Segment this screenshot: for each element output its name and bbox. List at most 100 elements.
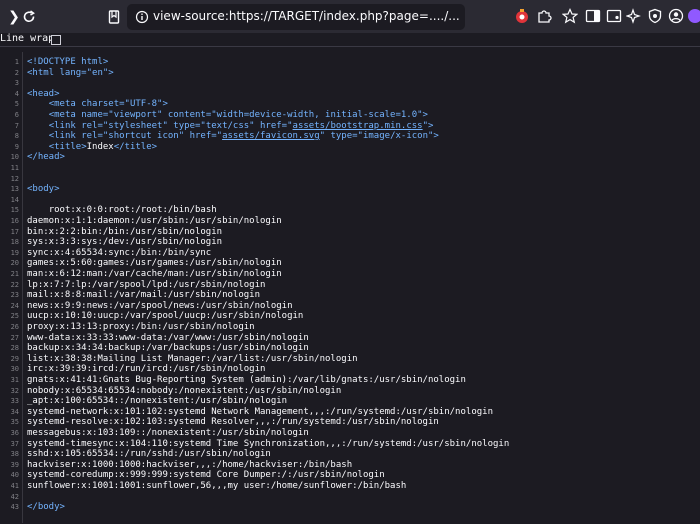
line-number: 13 [10,185,19,194]
screenshot-icon[interactable] [606,8,622,24]
markup-token: " type="image/x-icon"> [319,131,439,142]
line-code: sunflower:x:1001:1001:sunflower,56,,,my … [27,481,406,492]
markup-token: <link rel="shortcut icon" href=" [48,131,223,142]
line-number: 21 [10,270,19,278]
passwd-entry: bin:x:2:2:bin:/bin:/usr/sbin/nologin [27,226,223,237]
source-line: 33 _apt:x:100:65534::/nonexistent:/usr/sb… [0,396,700,407]
line-number: 32 [10,386,19,395]
passwd-entry: backup:x:34:34:backup:/var/backups:/usr/… [27,343,309,354]
line-code: hackviser:x:1000:1000:hackviser,,,:/home… [27,460,352,471]
markup-token: <!DOCTYPE html> [27,57,109,67]
line-code: messagebus:x:103:109::/nonexistent:/usr/… [27,428,309,439]
line-code: gnats:x:41:41:Gnats Bug-Reporting System… [27,375,466,386]
sidebar-icon[interactable] [585,8,601,24]
source-line: 19 sync:x:4:65534:sync:/bin:/bin/sync [0,248,700,259]
source-line: 43 </body> [0,502,700,513]
line-number: 36 [10,429,19,437]
line-code: games:x:5:60:games:/usr/games:/usr/sbin/… [27,258,282,269]
line-number: 10 [10,153,19,162]
source-link[interactable]: assets/bootstrap.min.css [293,121,423,131]
line-number: 41 [10,482,19,490]
source-line: 9 <title>Index</title> [0,142,700,153]
markup-token: </body> [27,502,65,513]
source-line: 26 proxy:x:13:13:proxy:/bin:/usr/sbin/nol… [0,322,700,333]
passwd-entry: _apt:x:100:65534::/nonexistent:/usr/sbin… [27,396,288,407]
line-code: <!DOCTYPE html> [27,57,108,68]
line-number: 8 [14,132,19,141]
source-link[interactable]: assets/favicon.svg [222,131,320,141]
ai-sparkle-icon[interactable] [625,8,642,24]
shield-icon[interactable] [647,8,663,24]
page-info-icon[interactable] [135,9,149,24]
line-code: systemd-resolve:x:102:103:systemd Resolv… [27,417,439,428]
line-number: 24 [10,301,19,310]
source-line: 35 systemd-resolve:x:102:103:systemd Reso… [0,417,700,428]
reload-icon[interactable] [19,7,39,27]
line-code: <link rel="shortcut icon" href="assets/f… [27,131,439,142]
line-number: 15 [10,206,19,215]
line-code: sshd:x:105:65534::/run/sshd:/usr/sbin/no… [27,449,271,460]
source-line: 15 root:x:0:0:root:/root:/bin/bash [0,205,700,216]
line-number: 6 [14,111,19,119]
passwd-entry: messagebus:x:103:109::/nonexistent:/usr/… [27,428,309,438]
source-line: 5 <meta charset="UTF-8"> [0,99,700,110]
passwd-entry: lp:x:7:7:lp:/var/spool/lpd:/usr/sbin/nol… [27,279,266,290]
line-number: 39 [10,460,19,469]
line-number: 23 [10,291,19,300]
line-code: systemd-network:x:101:102:systemd Networ… [27,407,493,418]
line-number: 33 [10,397,19,406]
source-line: 38 sshd:x:105:65534::/run/sshd:/usr/sbin/… [0,449,700,460]
line-number: 7 [14,121,19,130]
passwd-entry: irc:x:39:39:ircd:/run/ircd:/usr/sbin/nol… [27,364,266,375]
line-wrap-label: Line wrap [0,33,55,44]
extension-red-icon[interactable] [514,8,530,24]
source-line: 2 <html lang="en"> [0,68,700,79]
address-bar[interactable]: view-source:https://TARGET/index.php?pag… [127,4,465,30]
markup-token: <meta name="viewport" content="width=dev… [48,110,428,120]
line-number: 34 [10,407,19,416]
source-line: 28 backup:x:34:34:backup:/var/backups:/us… [0,343,700,354]
markup-token: <meta charset="UTF-8"> [48,99,168,110]
source-line: 10 </head> [0,152,700,163]
source-line: 29 list:x:38:38:Mailing List Manager:/var… [0,354,700,365]
line-code: </head> [27,152,65,163]
bookmark-star-icon[interactable] [561,8,579,24]
source-line: 7 <link rel="stylesheet" type="text/css"… [0,121,700,132]
line-number: 4 [14,89,19,98]
line-code: systemd-coredump:x:999:999:systemd Core … [27,470,385,481]
line-wrap-checkbox[interactable] [51,35,61,45]
puzzle-icon[interactable] [536,8,552,24]
source-line: 20 games:x:5:60:games:/usr/games:/usr/sbi… [0,258,700,269]
source-line: 6 <meta name="viewport" content="width=d… [0,110,700,121]
bookmark-page-icon[interactable] [104,7,124,27]
account-icon[interactable] [668,8,684,24]
markup-token: <html lang="en"> [27,67,114,78]
line-number: 38 [10,450,19,459]
url-text[interactable]: view-source:https://TARGET/index.php?pag… [153,9,459,24]
markup-token: <title> [48,141,87,152]
passwd-entry: systemd-coredump:x:999:999:systemd Core … [27,470,385,481]
passwd-entry: sys:x:3:3:sys:/dev:/usr/sbin/nologin [27,237,223,248]
source-line: 21 man:x:6:12:man:/var/cache/man:/usr/sbi… [0,269,700,280]
line-code: <title>Index</title> [27,142,157,153]
passwd-entry: systemd-resolve:x:102:103:systemd Resolv… [27,417,439,428]
source-view: 1 <!DOCTYPE html> 2 <html lang="en"> 3 4 <head… [0,52,700,523]
line-code: proxy:x:13:13:proxy:/bin:/usr/sbin/nolog… [27,322,255,333]
profile-avatar-icon[interactable] [687,8,700,24]
passwd-entry: list:x:38:38:Mailing List Manager:/var/l… [27,353,358,364]
passwd-entry: hackviser:x:1000:1000:hackviser,,,:/home… [27,459,353,470]
line-number: 29 [10,354,19,363]
line-number: 1 [14,58,19,66]
line-code: mail:x:8:8:mail:/var/mail:/usr/sbin/nolo… [27,290,260,301]
line-code: sys:x:3:3:sys:/dev:/usr/sbin/nologin [27,237,222,248]
line-number: 40 [10,471,19,480]
source-line: 37 systemd-timesync:x:104:110:systemd Tim… [0,439,700,450]
line-number: 12 [10,174,19,183]
line-code: root:x:0:0:root:/root:/bin/bash [27,205,217,216]
line-code: nobody:x:65534:65534:nobody:/nonexistent… [27,386,341,397]
line-code: daemon:x:1:1:daemon:/usr/sbin:/usr/sbin/… [27,216,282,227]
source-line: 22 lp:x:7:7:lp:/var/spool/lpd:/usr/sbin/n… [0,280,700,291]
browser-toolbar: ❯ view-source:https://TARGET/index.php?p… [0,0,700,33]
source-line: 11 [0,163,700,174]
line-code: <meta charset="UTF-8"> [27,99,168,110]
